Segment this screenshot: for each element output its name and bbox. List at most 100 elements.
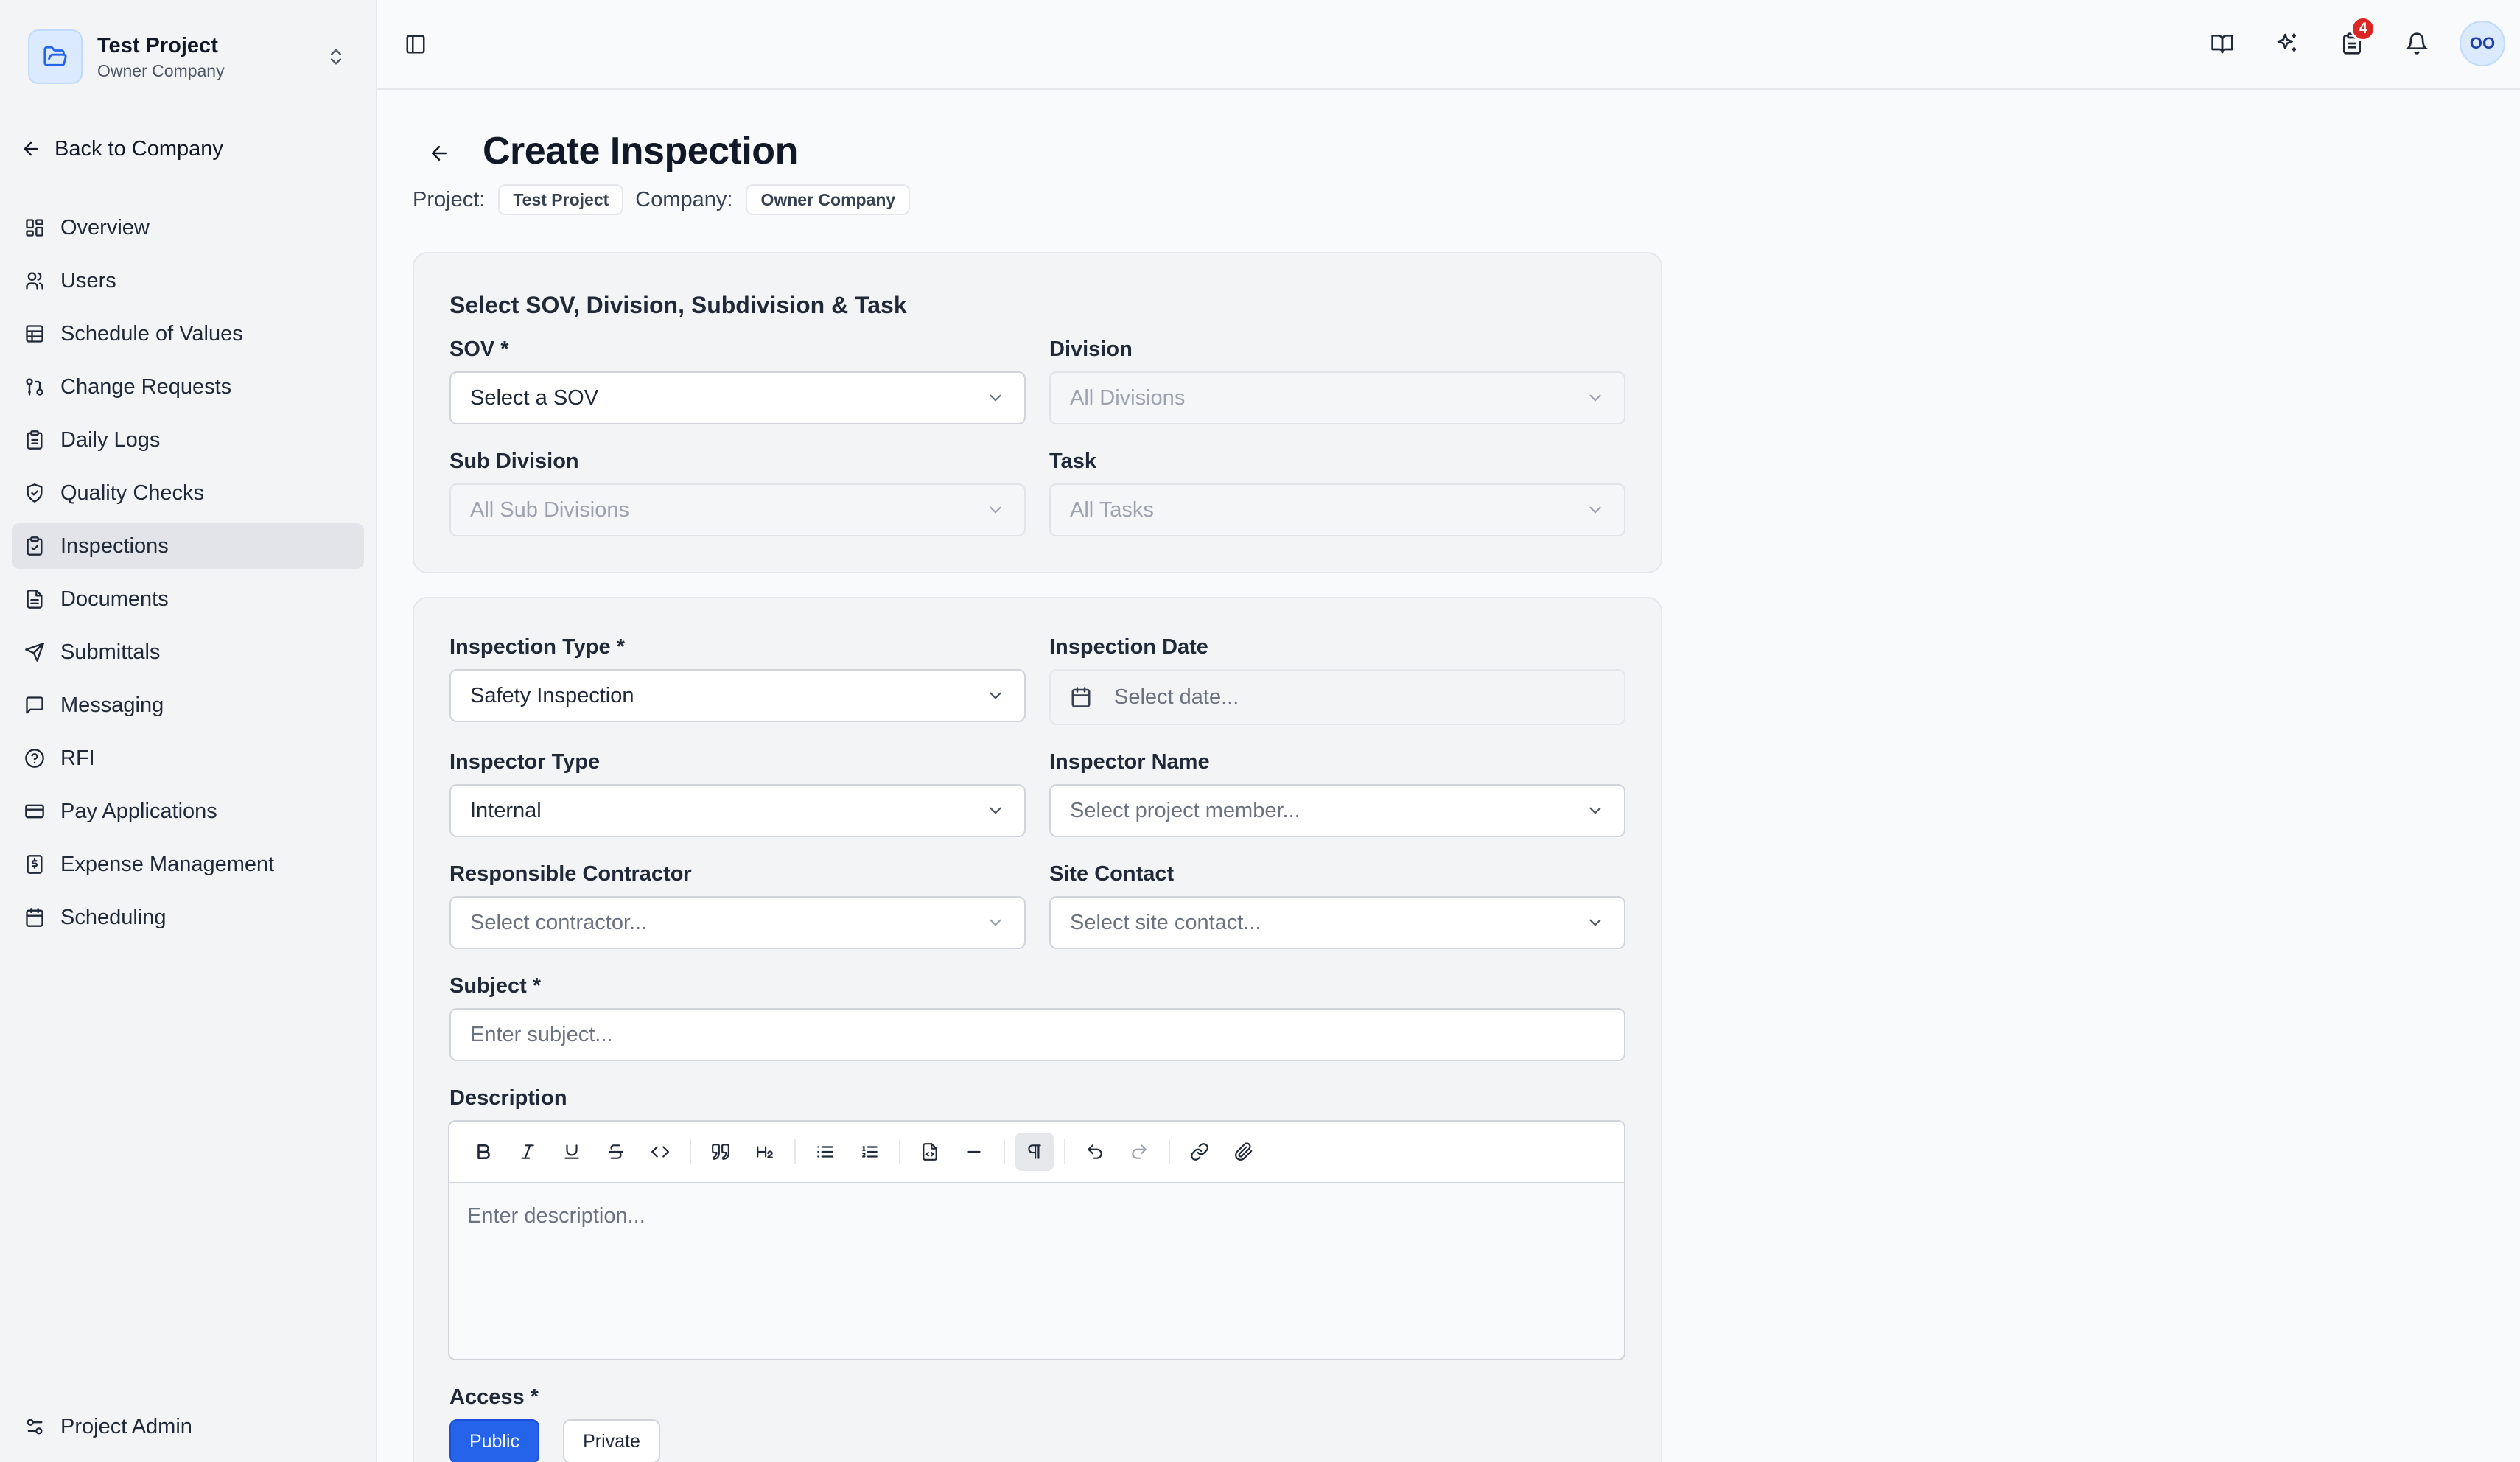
sidebar-item-rfi[interactable]: RFI (12, 735, 364, 781)
chevron-down-icon (1586, 801, 1605, 820)
editor-toolbar (449, 1122, 1624, 1183)
tasks-button[interactable]: 4 (2330, 16, 2376, 66)
link-button[interactable] (1180, 1133, 1219, 1171)
toolbar-divider (1169, 1139, 1170, 1164)
bold-button[interactable] (464, 1133, 503, 1171)
heading-2-icon (755, 1142, 774, 1161)
sov-select[interactable]: Select a SOV (449, 371, 1026, 424)
sidebar-item-label: Documents (60, 587, 169, 611)
italic-button[interactable] (508, 1133, 547, 1171)
sidebar-toggle-button[interactable] (399, 28, 432, 60)
underline-icon (562, 1142, 581, 1161)
undo-button[interactable] (1076, 1133, 1114, 1171)
pilcrow-icon (1025, 1142, 1044, 1161)
chevron-down-icon (986, 500, 1005, 520)
underline-button[interactable] (553, 1133, 591, 1171)
inspector-name-select[interactable]: Select project member... (1049, 784, 1625, 837)
code-block-button[interactable] (911, 1133, 949, 1171)
subject-placeholder: Enter subject... (470, 1022, 613, 1046)
task-select-value: All Tasks (1070, 497, 1154, 522)
bold-icon (474, 1142, 493, 1161)
inspector-type-select[interactable]: Internal (449, 784, 1026, 837)
ordered-list-button[interactable] (850, 1133, 889, 1171)
sidebar-item-schedule-of-values[interactable]: Schedule of Values (12, 311, 364, 357)
sidebar-item-inspections[interactable]: Inspections (12, 523, 364, 569)
sidebar-item-project-admin[interactable]: Project Admin (24, 1405, 192, 1449)
layout-dashboard-icon (24, 217, 46, 239)
sidebar-item-quality-checks[interactable]: Quality Checks (12, 470, 364, 516)
file-text-icon (24, 588, 46, 610)
subject-label: Subject * (449, 974, 542, 998)
back-to-company-link[interactable]: Back to Company (21, 130, 223, 168)
attach-button[interactable] (1225, 1133, 1263, 1171)
contractor-select[interactable]: Select contractor... (449, 896, 1026, 949)
access-private-button[interactable]: Private (563, 1419, 660, 1462)
undo-icon (1085, 1142, 1105, 1161)
sidebar-item-users[interactable]: Users (12, 258, 364, 304)
toolbar-divider (1004, 1139, 1005, 1164)
sidebar-item-label: Submittals (60, 640, 161, 664)
page-back-button[interactable] (423, 137, 455, 169)
back-to-company-label: Back to Company (55, 136, 223, 161)
chevron-down-icon (986, 913, 1005, 932)
strikethrough-button[interactable] (597, 1133, 635, 1171)
sidebar-item-label: Schedule of Values (60, 321, 243, 346)
project-switcher[interactable]: Test Project Owner Company (21, 24, 354, 90)
inspection-type-value: Safety Inspection (470, 683, 634, 707)
ai-assistant-button[interactable] (2265, 21, 2309, 66)
sidebar-item-overview[interactable]: Overview (12, 205, 364, 251)
book-open-icon (2211, 32, 2234, 55)
sidebar-item-label: Overview (60, 215, 150, 239)
sidebar-item-scheduling[interactable]: Scheduling (12, 895, 364, 940)
contractor-label: Responsible Contractor (449, 862, 692, 886)
sidebar-item-label: RFI (60, 746, 95, 770)
sidebar-item-pay-applications[interactable]: Pay Applications (12, 788, 364, 834)
blockquote-button[interactable] (701, 1133, 740, 1171)
sov-label: SOV * (449, 337, 509, 361)
docs-button[interactable] (2200, 21, 2244, 66)
horizontal-rule-button[interactable] (955, 1133, 993, 1171)
task-select[interactable]: All Tasks (1049, 483, 1625, 536)
project-chip: Test Project (498, 184, 624, 215)
send-icon (24, 641, 46, 663)
heading-button[interactable] (746, 1133, 784, 1171)
message-square-icon (24, 694, 46, 716)
paragraph-button[interactable] (1015, 1133, 1054, 1171)
inspection-type-select[interactable]: Safety Inspection (449, 669, 1026, 722)
bullet-list-button[interactable] (806, 1133, 844, 1171)
sidebar-item-submittals[interactable]: Submittals (12, 629, 364, 675)
division-select[interactable]: All Divisions (1049, 371, 1625, 424)
app-root: Test Project Owner Company Back to Compa… (0, 0, 2520, 1462)
redo-button[interactable] (1120, 1133, 1158, 1171)
sidebar-item-label: Inspections (60, 534, 169, 558)
topbar: 4 OO (377, 0, 2520, 90)
sidebar-item-messaging[interactable]: Messaging (12, 682, 364, 728)
sidebar-item-label: Pay Applications (60, 799, 217, 823)
subdivision-select-value: All Sub Divisions (470, 497, 629, 522)
inspection-date-picker[interactable]: Select date... (1049, 669, 1625, 725)
toolbar-divider (794, 1139, 796, 1164)
toolbar-divider (1064, 1139, 1065, 1164)
inspector-name-placeholder: Select project member... (1070, 798, 1301, 822)
sliders-icon (24, 1416, 46, 1438)
sov-select-value: Select a SOV (470, 385, 599, 410)
inspector-name-label: Inspector Name (1049, 750, 1210, 774)
sidebar-item-daily-logs[interactable]: Daily Logs (12, 417, 364, 463)
sidebar-item-documents[interactable]: Documents (12, 576, 364, 622)
notifications-button[interactable] (2395, 21, 2439, 66)
sidebar-item-change-requests[interactable]: Change Requests (12, 364, 364, 410)
sidebar-item-expense-management[interactable]: Expense Management (12, 842, 364, 887)
access-public-button[interactable]: Public (449, 1419, 539, 1462)
project-meta-label: Project: (413, 187, 486, 211)
description-textarea[interactable]: Enter description... (449, 1183, 1624, 1249)
minus-icon (965, 1142, 984, 1161)
access-label: Access * (449, 1385, 539, 1409)
subdivision-select[interactable]: All Sub Divisions (449, 483, 1026, 536)
shield-check-icon (24, 482, 46, 504)
subject-input[interactable]: Enter subject... (449, 1008, 1625, 1061)
site-contact-select[interactable]: Select site contact... (1049, 896, 1625, 949)
code-button[interactable] (641, 1133, 679, 1171)
help-circle-icon (24, 747, 46, 769)
user-avatar[interactable]: OO (2460, 21, 2505, 66)
sidebar-item-label: Scheduling (60, 905, 167, 929)
